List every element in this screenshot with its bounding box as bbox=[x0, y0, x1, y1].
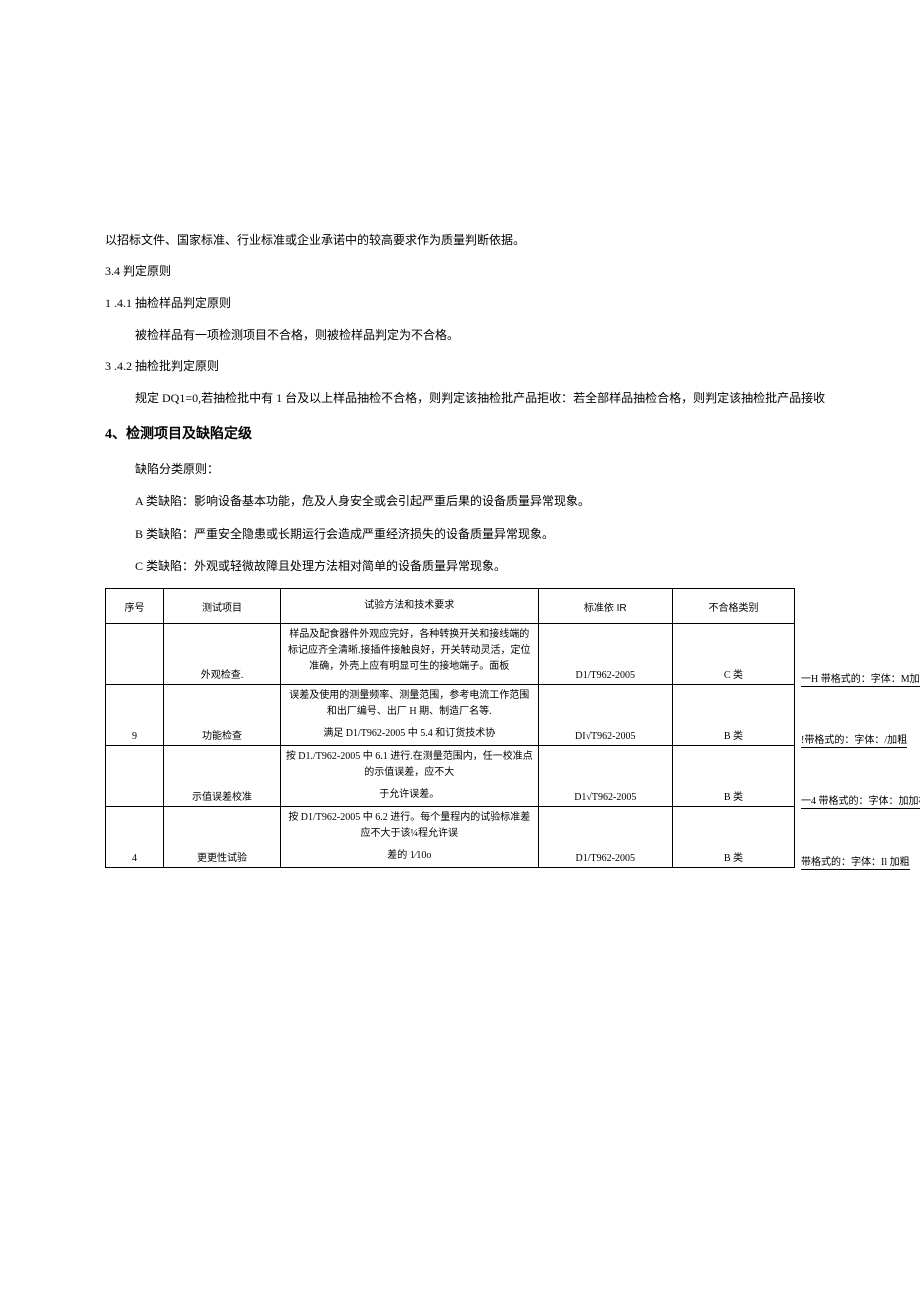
cell-cls: C 类 bbox=[672, 624, 794, 685]
revision-annotation: 一4 带格式的：字体：加加根 bbox=[801, 797, 920, 809]
cell-cls: B 类 bbox=[672, 746, 794, 807]
cell-req-bottom: 满足 D1/T962-2005 中 5.4 和订货技术协 bbox=[281, 723, 539, 746]
revision-annotation: !带格式的：字体：/加粗 bbox=[801, 736, 907, 748]
heading-3-4: 3.4 判定原则 bbox=[105, 262, 920, 281]
para-3-4-2: 规定 DQ1=0,若抽检批中有 1 台及以上样品抽检不合格，则判定该抽检批产品拒… bbox=[105, 388, 920, 408]
defect-a: A 类缺陷：影响设备基本功能，危及人身安全或会引起严重后果的设备质量异常现象。 bbox=[105, 491, 920, 511]
cell-req-bottom: 于允许误差。 bbox=[281, 784, 539, 807]
revision-annotation: 带格式的：字体：Il 加粗 bbox=[801, 858, 910, 870]
defect-b: B 类缺陷：严重安全隐患或长期运行会造成严重经济损失的设备质量异常现象。 bbox=[105, 524, 920, 544]
cell-item: 功能检查 bbox=[163, 685, 280, 746]
intro-paragraph: 以招标文件、国家标准、行业标准或企业承诺中的较高要求作为质量判断依据。 bbox=[105, 230, 920, 250]
th-std: 标准依 IR bbox=[538, 589, 672, 624]
cell-req-top: 样品及配食器件外观应完好，各种转换开关和接线端的标记应齐全清晰.接插件接触良好，… bbox=[281, 624, 539, 679]
heading-3-4-1-txt: .4.1 抽检样品判定原则 bbox=[111, 296, 231, 310]
revision-annotation-text: 一4 带格式的：字体：加加根 bbox=[801, 797, 920, 809]
cell-req-top: 按 D1/T962-2005 中 6.2 进行。每个量程内的试验标准差应不大于该… bbox=[281, 807, 539, 846]
table-row: 外观检查.样品及配食器件外观应完好，各种转换开关和接线端的标记应齐全清晰.接插件… bbox=[106, 624, 795, 679]
table-row: 示值误差校准按 D1./T962-2005 中 6.1 进行.在测量范围内，任一… bbox=[106, 746, 795, 785]
heading-3-4-2-txt: .4.2 抽检批判定原则 bbox=[111, 359, 219, 373]
cell-std: D1/T962-2005 bbox=[538, 807, 672, 868]
defect-c: C 类缺陷：外观或轻微故障且处理方法相对简单的设备质量异常现象。 bbox=[105, 556, 920, 576]
th-cls: 不合格类别 bbox=[672, 589, 794, 624]
table-row: 4更更性试验按 D1/T962-2005 中 6.2 进行。每个量程内的试验标准… bbox=[106, 807, 795, 846]
cell-seq bbox=[106, 746, 164, 807]
cell-cls: B 类 bbox=[672, 685, 794, 746]
th-req: 试验方法和技术要求 bbox=[281, 589, 539, 624]
cell-req-bottom: 差的 1⁄10o bbox=[281, 845, 539, 868]
para-3-4-1: 被检样品有一项检测项目不合格，则被检样品判定为不合格。 bbox=[105, 325, 920, 345]
cell-std: DI√T962-2005 bbox=[538, 685, 672, 746]
section-4-num: 4、 bbox=[105, 427, 126, 442]
revision-annotation: 一H 带格式的：字体：M加柑 bbox=[801, 675, 920, 687]
heading-3-4-1: 1 .4.1 抽检样品判定原则 bbox=[105, 294, 920, 313]
revision-annotation-text: 带格式的：字体：Il 加粗 bbox=[801, 858, 910, 870]
cell-seq: 4 bbox=[106, 807, 164, 868]
th-item: 测试项目 bbox=[163, 589, 280, 624]
defect-table: 序号 测试项目 试验方法和技术要求 标准依 IR 不合格类别 外观检查.样品及配… bbox=[105, 588, 795, 868]
th-seq: 序号 bbox=[106, 589, 164, 624]
defect-intro: 缺陷分类原则： bbox=[105, 459, 920, 479]
section-4-txt: 检测项目及缺陷定级 bbox=[126, 425, 252, 441]
revision-annotation-text: 一H 带格式的：字体：M加柑 bbox=[801, 675, 920, 687]
cell-item: 示值误差校准 bbox=[163, 746, 280, 807]
section-4-heading: 4、检测项目及缺陷定级 bbox=[105, 423, 920, 443]
cell-req-top: 误差及使用的测量频率、测量范围，参考电流工作范围和出厂编号、出厂 H 期、制造厂… bbox=[281, 685, 539, 724]
cell-seq bbox=[106, 624, 164, 685]
cell-cls: B 类 bbox=[672, 807, 794, 868]
table-header-row: 序号 测试项目 试验方法和技术要求 标准依 IR 不合格类别 bbox=[106, 589, 795, 624]
cell-std: D1/T962-2005 bbox=[538, 624, 672, 685]
cell-seq: 9 bbox=[106, 685, 164, 746]
cell-req-top: 按 D1./T962-2005 中 6.1 进行.在测量范围内，任一校准点的示值… bbox=[281, 746, 539, 785]
revision-annotation-text: !带格式的：字体：/加粗 bbox=[801, 736, 907, 748]
document-page: 以招标文件、国家标准、行业标准或企业承诺中的较高要求作为质量判断依据。 3.4 … bbox=[0, 0, 920, 868]
table-row: 9功能检查误差及使用的测量频率、测量范围，参考电流工作范围和出厂编号、出厂 H … bbox=[106, 685, 795, 724]
cell-item: 外观检查. bbox=[163, 624, 280, 685]
heading-3-4-2: 3 .4.2 抽检批判定原则 bbox=[105, 357, 920, 376]
cell-std: D1√T962-2005 bbox=[538, 746, 672, 807]
cell-item: 更更性试验 bbox=[163, 807, 280, 868]
